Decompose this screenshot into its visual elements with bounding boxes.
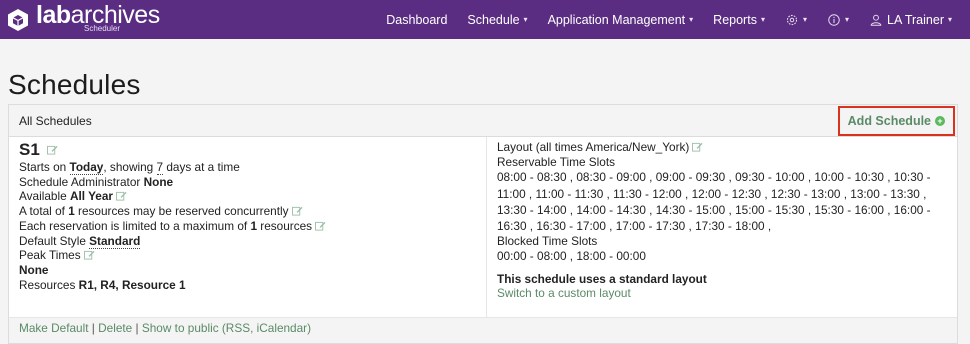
concurrent-line: A total of 1 resources may be reserved c…	[19, 204, 476, 219]
make-default-link[interactable]: Make Default	[19, 321, 89, 335]
nav-reports[interactable]: Reports ▾	[703, 0, 775, 39]
schedule-actions: Make Default | Delete | Show to public (…	[9, 317, 957, 343]
reservable-label: Reservable Time Slots	[497, 154, 616, 169]
add-schedule-button[interactable]: Add Schedule +	[837, 105, 955, 136]
chevron-down-icon: ▾	[844, 15, 849, 24]
nav-help[interactable]: ▾	[817, 0, 859, 39]
top-navbar: labarchives Scheduler Dashboard Schedule…	[0, 0, 970, 39]
info-icon	[828, 13, 840, 26]
edit-icon[interactable]	[83, 250, 95, 260]
main-nav: Dashboard Schedule ▾ Application Manageme…	[376, 0, 962, 39]
nav-user-menu[interactable]: LA Trainer ▾	[859, 0, 962, 39]
layout-details: Layout (all times America/New_York) Rese…	[487, 137, 957, 317]
edit-icon[interactable]	[291, 206, 303, 216]
nav-settings[interactable]: ▾	[775, 0, 817, 39]
panel-header: All Schedules Add Schedule +	[9, 105, 957, 137]
brand-subtitle: Scheduler	[84, 23, 121, 33]
edit-icon[interactable]	[46, 145, 58, 155]
schedule-name: S1	[19, 140, 476, 160]
chevron-down-icon: ▾	[689, 15, 694, 24]
available-line: Available All Year	[19, 189, 476, 204]
layout-heading: Layout (all times America/New_York)	[497, 140, 947, 155]
edit-icon[interactable]	[692, 142, 703, 152]
plus-circle-icon: +	[935, 115, 945, 126]
resources-line: Resources R1, R4, Resource 1	[19, 277, 186, 292]
brand[interactable]: labarchives Scheduler	[6, 0, 160, 39]
style-line: Default Style Standard	[19, 233, 141, 249]
panel-header-label: All Schedules	[19, 113, 92, 128]
schedule-details: S1 Starts on Today, showing 7 days at a …	[9, 137, 487, 317]
style-value[interactable]: Standard	[89, 233, 141, 249]
limit-line: Each reservation is limited to a maximum…	[19, 219, 476, 234]
chevron-down-icon: ▾	[760, 15, 765, 24]
blocked-slots: 00:00 - 08:00 , 18:00 - 00:00	[497, 248, 646, 263]
nav-application-management[interactable]: Application Management ▾	[538, 0, 704, 39]
user-icon	[870, 14, 882, 26]
gear-icon	[786, 14, 798, 25]
edit-icon[interactable]	[315, 221, 326, 231]
delete-link[interactable]: Delete	[98, 321, 132, 335]
starts-value[interactable]: Today	[69, 160, 104, 175]
cube-logo-icon	[8, 8, 28, 31]
nav-dashboard[interactable]: Dashboard	[376, 0, 457, 39]
reservable-slots: 08:00 - 08:30 , 08:30 - 09:00 , 09:00 - …	[497, 170, 931, 234]
nav-schedule[interactable]: Schedule ▾	[457, 0, 537, 39]
schedules-panel: All Schedules Add Schedule + S1 Starts o…	[8, 104, 958, 344]
chevron-down-icon: ▾	[802, 15, 807, 24]
starts-line: Starts on Today, showing 7 days at a tim…	[19, 160, 240, 175]
switch-layout-link[interactable]: Switch to a custom layout	[497, 286, 947, 301]
show-public-link[interactable]: Show to public (RSS, iCalendar)	[142, 321, 311, 335]
admin-line: Schedule Administrator None	[19, 174, 174, 189]
standard-layout-note: This schedule uses a standard layout	[497, 271, 707, 286]
blocked-label: Blocked Time Slots	[497, 234, 598, 249]
peak-line: Peak Times	[19, 248, 476, 263]
peak-value: None	[19, 262, 49, 277]
chevron-down-icon: ▾	[947, 15, 952, 24]
chevron-down-icon: ▾	[523, 15, 528, 24]
edit-icon[interactable]	[116, 191, 127, 201]
